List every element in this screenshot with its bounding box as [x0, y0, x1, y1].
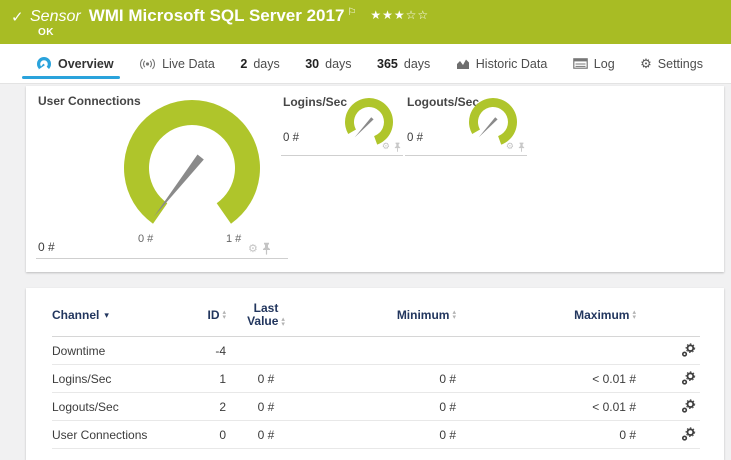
channel-minimum: 0 #: [439, 399, 456, 414]
logouts-sec-gauge-widget: Logouts/Sec 0 # ⚙: [405, 92, 527, 156]
channel-id: 2: [219, 399, 226, 414]
edit-channel-gears-icon[interactable]: [641, 399, 696, 414]
pin-icon[interactable]: [518, 142, 525, 152]
primary-gauge-value: 0 #: [38, 240, 55, 254]
mini-gauge-value: 0 #: [407, 132, 423, 144]
tab-number: 365: [377, 56, 398, 71]
log-icon: [572, 58, 588, 69]
pin-icon[interactable]: [262, 242, 271, 255]
channel-name[interactable]: Logouts/Sec: [52, 400, 192, 414]
channel-maximum: < 0.01 #: [592, 371, 636, 386]
edit-channel-gears-icon[interactable]: [641, 427, 696, 442]
sort-icon: ▴ ▾: [222, 309, 226, 321]
channel-last-value: 0 #: [257, 427, 275, 442]
stars-empty: ☆☆: [405, 8, 430, 22]
tab-live-data[interactable]: Live Data: [139, 44, 215, 84]
gear-icon: ⚙: [640, 55, 652, 71]
channel-maximum: < 0.01 #: [592, 399, 636, 414]
channel-maximum: 0 #: [619, 427, 636, 442]
edit-channel-gears-icon[interactable]: [641, 343, 696, 358]
priority-stars[interactable]: ★★★☆☆: [370, 8, 429, 22]
tab-log[interactable]: Log: [572, 44, 615, 84]
column-header-id[interactable]: ID ▴ ▾: [207, 308, 226, 322]
stars-filled: ★★★: [370, 8, 406, 22]
sort-icon: ▴ ▾: [632, 309, 636, 321]
tab-label: Overview: [58, 56, 114, 71]
tab-historic-data[interactable]: Historic Data: [456, 44, 548, 84]
tab-overview[interactable]: Overview: [22, 44, 120, 84]
gauge-settings-gear-icon[interactable]: ⚙: [382, 141, 390, 152]
channel-last-value: 0 #: [257, 371, 275, 386]
column-header-maximum[interactable]: Maximum ▴ ▾: [574, 308, 636, 322]
sensor-title-bar: ✓ Sensor WMI Microsoft SQL Server 2017 ⚐ ★★…: [0, 0, 731, 44]
pin-icon[interactable]: [394, 142, 401, 152]
tab-365-days[interactable]: 365 days: [377, 44, 430, 84]
channel-id: -4: [215, 343, 226, 358]
tab-label: Live Data: [162, 56, 215, 71]
sort-icon: ▴ ▾: [281, 315, 285, 328]
object-kind-label: Sensor: [30, 8, 81, 25]
tab-label: days: [403, 56, 431, 71]
gauge-settings-gear-icon[interactable]: ⚙: [506, 141, 514, 152]
gauges-panel: User Connections 0 # 1 # 0 # ⚙ Logins/Se…: [26, 86, 724, 272]
mini-gauge-value: 0 #: [283, 132, 299, 144]
tab-settings[interactable]: ⚙ Settings: [640, 44, 703, 84]
table-row: User Connections 0 0 # 0 # 0 #: [52, 421, 700, 449]
tab-label: Log: [593, 56, 615, 71]
gauge-scale-min: 0 #: [138, 233, 154, 245]
tab-label: days: [253, 56, 280, 71]
tab-number: 2: [240, 56, 248, 71]
tab-number: 30: [305, 56, 320, 71]
tab-30-days[interactable]: 30 days: [305, 44, 351, 84]
channel-last-value: 0 #: [257, 399, 275, 414]
user-connections-gauge: [123, 99, 260, 224]
tab-2-days[interactable]: 2 days: [240, 44, 279, 84]
gauge-icon: [36, 56, 52, 71]
sort-descending-icon: ▾: [104, 309, 109, 320]
status-ok-check-icon: ✓: [11, 9, 24, 26]
tab-label: Historic Data: [475, 56, 548, 71]
channel-name[interactable]: Logins/Sec: [52, 372, 192, 386]
channel-minimum: 0 #: [439, 371, 456, 386]
sensor-status-text: OK: [38, 27, 54, 38]
flag-icon[interactable]: ⚐: [347, 7, 356, 18]
column-header-last-value[interactable]: Last Value ▴ ▾: [247, 302, 285, 328]
table-header-row: Channel ▾ ID ▴ ▾ Last Value ▴ ▾ Minimum ▴ ▾…: [52, 288, 700, 337]
gauge-scale-max: 1 #: [226, 233, 242, 245]
area-chart-icon: [456, 58, 470, 70]
table-row: Logouts/Sec 2 0 # 0 # < 0.01 #: [52, 393, 700, 421]
channel-name[interactable]: User Connections: [52, 428, 192, 442]
channel-minimum: 0 #: [439, 427, 456, 442]
channel-table-panel: Channel ▾ ID ▴ ▾ Last Value ▴ ▾ Minimum ▴ ▾…: [26, 288, 724, 460]
gauge-axis-line: [36, 258, 288, 259]
gauge-settings-gear-icon[interactable]: ⚙: [248, 242, 258, 255]
table-row: Logins/Sec 1 0 # 0 # < 0.01 #: [52, 365, 700, 393]
channel-id: 0: [219, 427, 226, 442]
sort-icon: ▴ ▾: [452, 309, 456, 321]
tab-label: Settings: [657, 56, 703, 71]
tab-bar: Overview Live Data 2 days 30 days 365 da…: [0, 44, 731, 84]
sensor-name: WMI Microsoft SQL Server 2017: [88, 6, 345, 25]
broadcast-icon: [139, 58, 156, 70]
column-header-minimum[interactable]: Minimum ▴ ▾: [397, 308, 456, 322]
tab-label: days: [325, 56, 352, 71]
table-row: Downtime -4: [52, 337, 700, 365]
mini-gauge-title: Logins/Sec: [283, 95, 348, 109]
column-header-channel[interactable]: Channel ▾: [52, 308, 192, 322]
channel-name[interactable]: Downtime: [52, 344, 192, 358]
logins-sec-gauge-widget: Logins/Sec 0 # ⚙: [281, 92, 403, 156]
edit-channel-gears-icon[interactable]: [641, 371, 696, 386]
channel-id: 1: [219, 371, 226, 386]
